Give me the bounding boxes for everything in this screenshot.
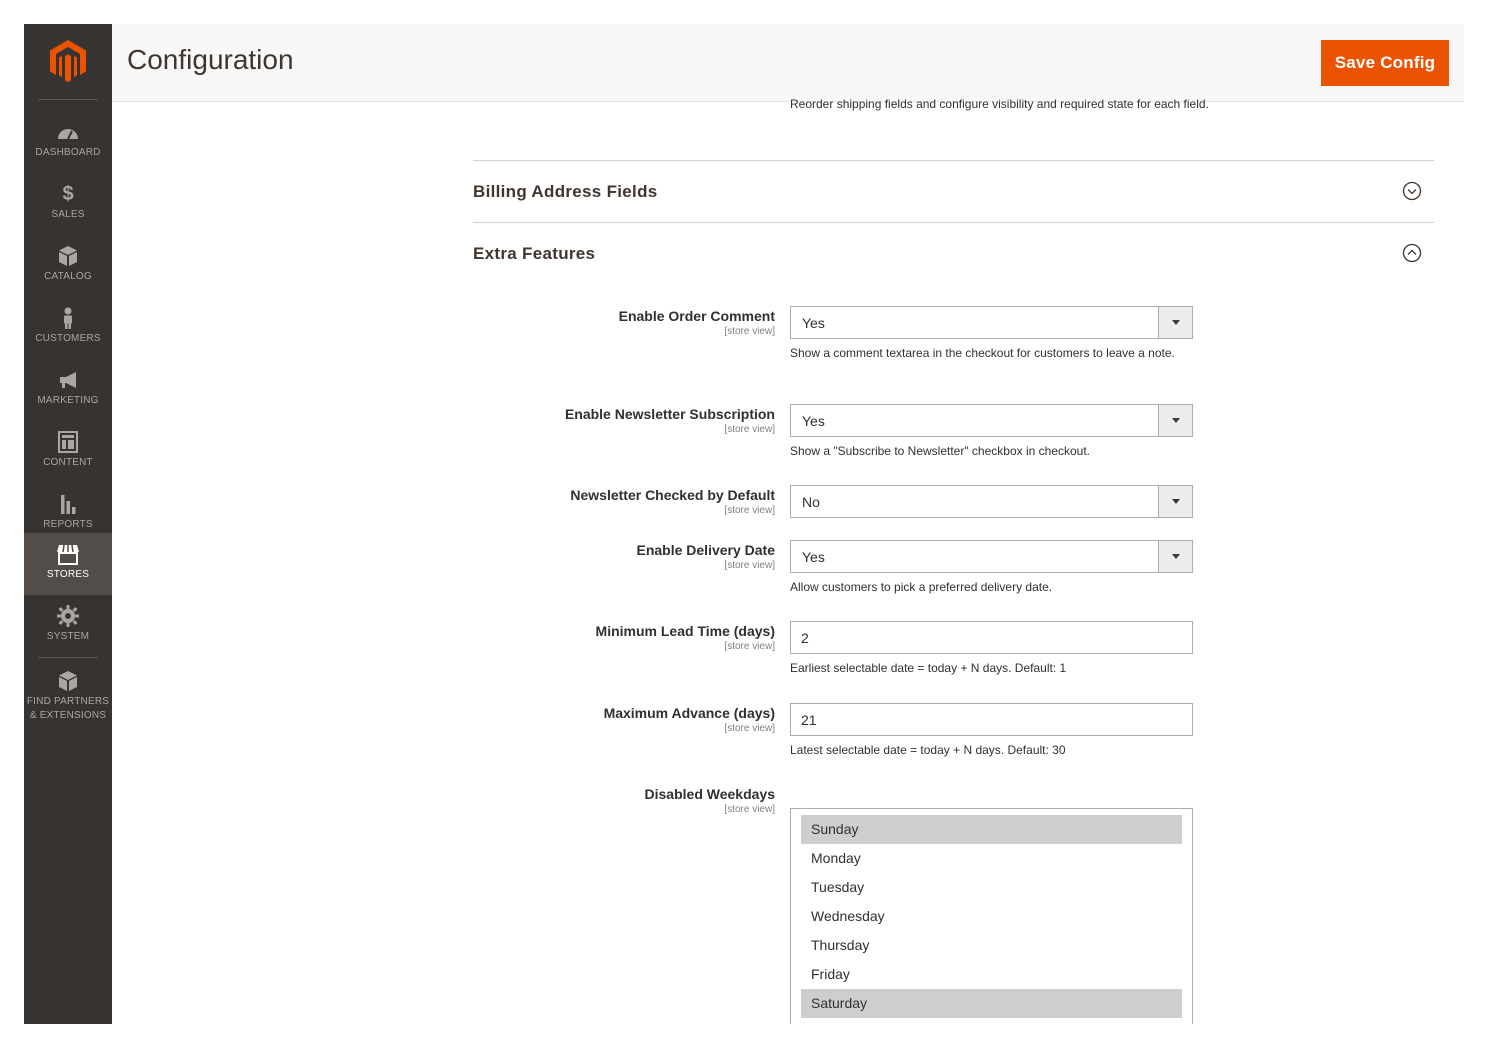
field-label-min-lead-time: Minimum Lead Time (days) [store view] (475, 623, 775, 663)
field-label: Newsletter Checked by Default (570, 487, 775, 503)
field-note: Show a comment textarea in the checkout … (790, 346, 1175, 360)
field-label: Enable Delivery Date (636, 542, 775, 558)
field-label: Minimum Lead Time (days) (595, 623, 775, 639)
weekday-option[interactable]: Sunday (801, 815, 1182, 844)
scope-label: [store view] (724, 424, 775, 435)
sidebar-item-label: MARKETING (37, 395, 99, 406)
sidebar-divider (38, 657, 98, 658)
chevron-up-icon[interactable] (1402, 243, 1422, 263)
enable-newsletter-select[interactable]: Yes (790, 404, 1193, 437)
enable-order-comment-select[interactable]: Yes (790, 306, 1193, 339)
sidebar-item-content[interactable]: CONTENT (24, 421, 112, 483)
field-label: Enable Newsletter Subscription (564, 406, 775, 422)
field-label-disabled-weekdays: Disabled Weekdays [store view] (475, 786, 775, 826)
partners-label-line2: & EXTENSIONS (29, 710, 107, 721)
sidebar-item-sales[interactable]: $ SALES (24, 173, 112, 235)
weekday-option[interactable]: Monday (801, 844, 1182, 873)
section-extra-features[interactable]: Extra Features (473, 239, 1434, 269)
sidebar-item-label: STORES (46, 569, 90, 580)
save-config-button[interactable]: Save Config (1321, 40, 1449, 86)
sidebar: DASHBOARD $ SALES CATALOG CUSTOMERS MARK… (24, 24, 112, 1024)
chevron-down-icon[interactable] (1158, 541, 1192, 572)
sidebar-item-system[interactable]: SYSTEM (24, 595, 112, 657)
partners-label-line1: FIND PARTNERS (26, 696, 110, 707)
select-value: Yes (802, 549, 825, 565)
scope-label: [store view] (724, 804, 775, 815)
chevron-down-icon[interactable] (1402, 181, 1422, 201)
sidebar-item-label: CATALOG (44, 271, 92, 282)
weekday-option[interactable]: Wednesday (801, 902, 1182, 931)
section-title: Billing Address Fields (473, 182, 658, 201)
field-label-enable-order-comment: Enable Order Comment [store view] (475, 308, 775, 348)
chevron-down-icon[interactable] (1158, 405, 1192, 436)
scope-label: [store view] (724, 723, 775, 734)
section-divider (473, 222, 1434, 223)
sidebar-item-label: REPORTS (43, 519, 93, 530)
scope-label: [store view] (724, 326, 775, 337)
enable-delivery-date-select[interactable]: Yes (790, 540, 1193, 573)
field-label-enable-delivery-date: Enable Delivery Date [store view] (475, 542, 775, 582)
sidebar-item-label: CONTENT (43, 457, 93, 468)
admin-frame: DASHBOARD $ SALES CATALOG CUSTOMERS MARK… (24, 24, 1464, 1024)
field-label-enable-newsletter: Enable Newsletter Subscription [store vi… (475, 406, 775, 446)
sidebar-item-label: SALES (51, 209, 85, 220)
select-value: Yes (802, 315, 825, 331)
field-label: Disabled Weekdays (644, 786, 775, 802)
max-advance-input[interactable] (790, 703, 1193, 736)
field-label-max-advance: Maximum Advance (days) [store view] (475, 705, 775, 745)
weekday-option[interactable]: Tuesday (801, 873, 1182, 902)
sidebar-divider (38, 99, 98, 100)
gear-icon (57, 605, 79, 627)
select-value: No (802, 494, 820, 510)
sidebar-item-customers[interactable]: CUSTOMERS (24, 297, 112, 359)
sidebar-item-marketing[interactable]: MARKETING (24, 359, 112, 421)
sidebar-item-find-partners[interactable]: FIND PARTNERS & EXTENSIONS (24, 660, 112, 730)
scope-label: [store view] (724, 560, 775, 571)
chevron-down-icon[interactable] (1158, 307, 1192, 338)
section-title: Extra Features (473, 244, 596, 263)
field-label: Maximum Advance (days) (603, 705, 775, 721)
layout-icon (58, 431, 78, 453)
page-title: Configuration (127, 44, 294, 75)
section-billing-address-fields[interactable]: Billing Address Fields (473, 177, 1434, 207)
field-label: Enable Order Comment (618, 308, 775, 324)
disabled-weekdays-multiselect[interactable]: Sunday Monday Tuesday Wednesday Thursday… (790, 808, 1193, 1024)
sidebar-item-dashboard[interactable]: DASHBOARD (24, 111, 112, 173)
store-icon (57, 544, 79, 565)
weekday-option[interactable]: Saturday (801, 989, 1182, 1018)
sidebar-item-label: SYSTEM (46, 631, 90, 642)
field-note: Show a "Subscribe to Newsletter" checkbo… (790, 444, 1090, 458)
boxes-icon (59, 671, 77, 691)
sidebar-item-catalog[interactable]: CATALOG (24, 235, 112, 297)
config-content: Reorder shipping fields and configure vi… (112, 97, 1464, 1024)
sidebar-item-label: CUSTOMERS (35, 333, 101, 344)
field-note: Latest selectable date = today + N days.… (790, 743, 1066, 757)
weekday-option[interactable]: Thursday (801, 931, 1182, 960)
cube-icon (59, 246, 77, 266)
min-lead-time-input[interactable] (790, 621, 1193, 654)
sidebar-item-label: FIND PARTNERS & EXTENSIONS (24, 695, 112, 723)
field-label-newsletter-default: Newsletter Checked by Default [store vie… (475, 487, 775, 527)
shipping-fields-note: Reorder shipping fields and configure vi… (790, 97, 1209, 111)
page-header: Configuration Save Config (112, 24, 1464, 102)
dollar-icon: $ (62, 183, 74, 205)
select-value: Yes (802, 413, 825, 429)
scope-label: [store view] (724, 641, 775, 652)
scope-label: [store view] (724, 505, 775, 516)
section-divider (473, 160, 1434, 161)
field-note: Earliest selectable date = today + N day… (790, 661, 1067, 675)
magento-logo-icon[interactable] (50, 40, 86, 82)
sidebar-item-stores[interactable]: STORES (24, 533, 112, 595)
megaphone-icon (60, 372, 76, 388)
dashboard-icon (58, 129, 78, 140)
bar-chart-icon (61, 495, 76, 514)
field-note: Allow customers to pick a preferred deli… (790, 580, 1053, 594)
person-icon (64, 307, 72, 329)
chevron-down-icon[interactable] (1158, 486, 1192, 517)
newsletter-default-select[interactable]: No (790, 485, 1193, 518)
weekday-option[interactable]: Friday (801, 960, 1182, 989)
sidebar-item-label: DASHBOARD (35, 147, 101, 158)
